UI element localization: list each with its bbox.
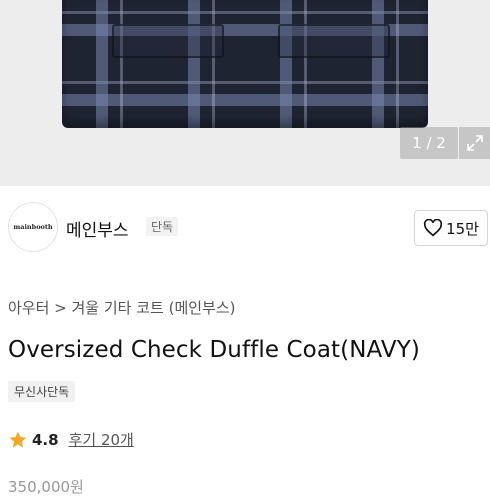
rating-row: 4.8 후기 20개 [8,429,134,450]
product-image-gallery[interactable]: 1 / 2 [0,0,490,186]
product-image [62,0,428,128]
product-title: Oversized Check Duffle Coat(NAVY) [8,337,420,363]
coat-pocket-left [112,24,224,58]
brand-row: mainbooth 메인부스 단독 15만 [0,200,490,256]
expand-icon [466,135,483,151]
rating-score: 4.8 [32,430,59,449]
category-breadcrumb[interactable]: 아우터 > 겨울 기타 코트 (메인부스) [8,297,236,318]
exclusive-badge: 무신사단독 [8,381,76,402]
star-icon [9,431,27,447]
image-counter: 1 / 2 [400,127,458,159]
brand-logo-text: mainbooth [13,223,53,231]
exclusive-tag: 단독 [146,217,179,236]
review-link[interactable]: 후기 20개 [69,429,134,450]
brand-logo[interactable]: mainbooth [8,202,58,252]
like-count: 15만 [446,219,479,238]
like-button[interactable]: 15만 [414,210,488,246]
product-price: 350,000원 [8,478,84,496]
expand-button[interactable] [459,127,490,159]
coat-pocket-right [278,24,390,58]
heart-icon [423,219,443,237]
brand-name[interactable]: 메인부스 [66,216,129,241]
